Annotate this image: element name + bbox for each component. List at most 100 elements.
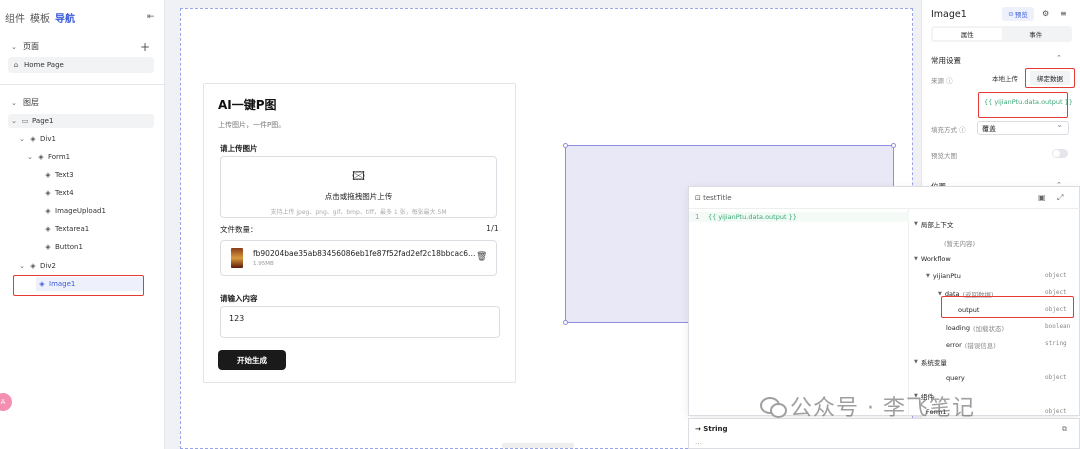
image-upload-dropzone[interactable]: 🖾 点击或拖拽图片上传 支持上传 jpeg、png、gif、bmp、tiff，最… xyxy=(220,156,497,218)
copy-icon[interactable]: ⧉ xyxy=(1062,425,1067,434)
layers-icon: ◈ xyxy=(45,189,51,197)
context-label: (暂无内容) xyxy=(944,240,976,248)
context-item[interactable]: ▼ yijianPtu xyxy=(926,272,961,280)
expand-icon[interactable]: ⤢ xyxy=(1057,193,1063,203)
layers-icon: ◈ xyxy=(45,171,51,179)
input-label: 请输入内容 xyxy=(220,294,258,303)
layer-item-textarea1[interactable]: ◈ Textarea1 xyxy=(44,222,89,236)
trash-icon[interactable]: 🗑 xyxy=(476,252,487,262)
layer-item-imageupload1[interactable]: ◈ ImageUpload1 xyxy=(44,204,106,218)
layer-item-button1[interactable]: ◈ Button1 xyxy=(44,240,83,254)
preview-large-label: 预览大图 xyxy=(931,152,957,160)
caret-down-icon: ▼ xyxy=(914,221,918,227)
layer-item-page1[interactable]: ⌄ ▭ Page1 xyxy=(8,114,154,128)
pages-section-header[interactable]: ⌄ 页面 xyxy=(10,41,39,52)
highlight-box xyxy=(13,275,144,296)
component-title: Image1 xyxy=(931,9,967,20)
chevron-up-icon[interactable]: ⌃ xyxy=(1056,54,1062,62)
gear-icon[interactable]: ⚙ xyxy=(1042,9,1049,18)
context-type: object xyxy=(1045,272,1067,279)
popup-header: ⊡ testTitle ▣ ⤢ xyxy=(689,187,1080,209)
popup-title: ⊡ testTitle xyxy=(695,194,732,202)
chevron-down-icon: ⌄ xyxy=(19,262,25,270)
caret-down-icon: ▼ xyxy=(914,359,918,365)
context-item[interactable]: ▼ 系统变量 xyxy=(914,357,947,367)
context-item[interactable]: error (错误信息) xyxy=(946,340,996,350)
page-item-home[interactable]: ⌂ Home Page xyxy=(8,57,154,73)
panel-icon[interactable]: ▣ xyxy=(1038,193,1046,202)
layer-item-form1[interactable]: ⌄ ◈ Form1 xyxy=(26,150,70,164)
context-type: object xyxy=(1045,374,1067,381)
source-local-upload[interactable]: 本地上传 xyxy=(984,71,1026,85)
layers-label: 图层 xyxy=(23,98,39,107)
highlight-box xyxy=(941,296,1074,318)
upload-hint: 支持上传 jpeg、png、gif、bmp、tiff，最多 1 张，每张最大 5… xyxy=(270,209,447,216)
tab-components[interactable]: 组件 xyxy=(5,10,25,25)
home-icon: ⌂ xyxy=(13,61,19,69)
upload-main-text: 点击或拖拽图片上传 xyxy=(324,192,393,201)
file-thumbnail xyxy=(231,248,243,268)
highlight-box xyxy=(1025,68,1075,88)
content-textarea[interactable]: 123 xyxy=(220,306,500,338)
resize-handle[interactable] xyxy=(891,143,896,148)
layers-icon: ◈ xyxy=(30,262,36,270)
result-type-bar: → String ⧉ … xyxy=(688,418,1080,449)
card-subtitle: 上传图片，一件P图。 xyxy=(218,121,286,129)
context-item[interactable]: ▼ Workflow xyxy=(914,255,951,263)
file-count: 1/1 xyxy=(486,224,499,233)
context-label: query xyxy=(946,374,965,382)
divider xyxy=(0,84,165,85)
layer-item-text4[interactable]: ◈ Text4 xyxy=(44,186,73,200)
tab-navigation[interactable]: 导航 xyxy=(55,10,75,25)
file-name: fb90204bae35ab83456086eb1fe87f52fad2ef2c… xyxy=(253,249,476,258)
preview-button[interactable]: ⊙ 预览 xyxy=(1002,7,1034,21)
add-page-icon[interactable]: + xyxy=(140,40,150,54)
layer-item-div2[interactable]: ⌄ ◈ Div2 xyxy=(18,259,56,273)
result-type: → String xyxy=(695,425,728,433)
resize-handle[interactable] xyxy=(563,143,568,148)
fill-mode-select[interactable]: 覆盖 xyxy=(977,120,1069,135)
context-item[interactable]: loading (加载状态) xyxy=(946,323,1004,333)
code-text[interactable]: {{ yijianPtu.data.output }} xyxy=(707,213,798,221)
menu-icon[interactable]: ≡ xyxy=(1060,9,1067,18)
context-item[interactable]: (暂无内容) xyxy=(944,238,975,248)
context-item[interactable]: ▼ 局部上下文 xyxy=(914,219,953,229)
generate-button[interactable]: 开始生成 xyxy=(218,350,286,370)
layers-icon: ◈ xyxy=(30,135,36,143)
tab-events[interactable]: 事件 xyxy=(1002,28,1071,40)
layer-label: Button1 xyxy=(55,243,83,251)
code-editor[interactable]: 1 {{ yijianPtu.data.output }} xyxy=(689,209,909,417)
page-item-label: Home Page xyxy=(24,61,64,69)
layers-icon: ◈ xyxy=(38,153,44,161)
preview-large-toggle[interactable] xyxy=(1052,149,1068,158)
resize-handle[interactable] xyxy=(563,320,568,325)
tab-templates[interactable]: 模板 xyxy=(30,10,50,25)
horizontal-scrollbar[interactable] xyxy=(502,443,574,448)
layer-item-div1[interactable]: ⌄ ◈ Div1 xyxy=(18,132,56,146)
collapse-panel-icon[interactable]: ⇤ xyxy=(147,12,155,22)
context-label: error xyxy=(946,341,962,349)
context-type: object xyxy=(1045,408,1067,415)
chevron-down-icon: ⌄ xyxy=(11,117,17,125)
layer-label: Text3 xyxy=(55,171,74,179)
context-label: 局部上下文 xyxy=(920,221,954,229)
preview-label: 预览 xyxy=(1014,11,1028,19)
layers-icon: ◈ xyxy=(45,225,51,233)
source-label: 来源 ⓘ xyxy=(931,77,953,85)
layers-icon: ◈ xyxy=(45,207,51,215)
context-label: 系统变量 xyxy=(920,359,947,367)
layers-section-header[interactable]: ⌄ 图层 xyxy=(10,97,39,108)
layer-label: ImageUpload1 xyxy=(55,207,106,215)
props-events-switch: 属性 事件 xyxy=(931,26,1072,42)
common-settings-header: 常用设置 xyxy=(931,56,961,65)
left-tabs: 组件 模板 导航 xyxy=(0,0,164,34)
file-size: 1.95MB xyxy=(253,261,274,267)
result-value: … xyxy=(695,438,702,446)
layer-item-text3[interactable]: ◈ Text3 xyxy=(44,168,74,182)
eye-icon: ⊙ xyxy=(1008,10,1014,18)
tab-properties[interactable]: 属性 xyxy=(933,28,1002,40)
context-item[interactable]: query xyxy=(946,374,965,382)
left-panel: 组件 模板 导航 ⇤ ⌄ 页面 + ⌂ Home Page ⌄ 图层 ⌄ ▭ P… xyxy=(0,0,165,449)
highlight-box xyxy=(978,92,1068,118)
layer-label: Textarea1 xyxy=(55,225,90,233)
